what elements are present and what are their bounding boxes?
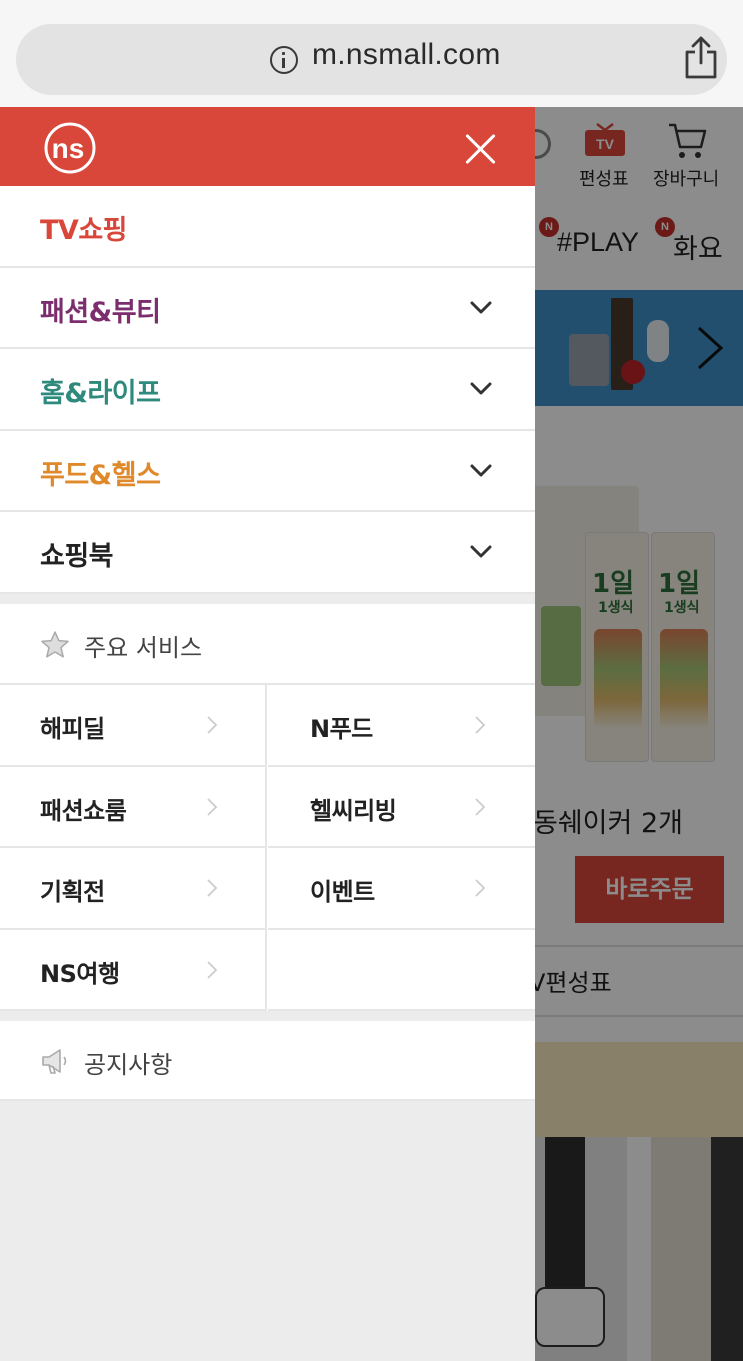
service-special-exhibition[interactable]: 기획전	[0, 848, 267, 930]
category-label: 푸드&헬스	[40, 459, 161, 491]
service-empty-cell	[268, 930, 535, 1011]
close-icon[interactable]	[462, 131, 498, 167]
share-icon[interactable]	[684, 36, 718, 80]
chevron-down-icon[interactable]	[470, 296, 492, 318]
service-label: 기획전	[40, 878, 105, 906]
category-label: 홈&라이프	[40, 378, 161, 409]
side-menu-drawer: ns TV쇼핑 패션&뷰티 홈&라이프 푸드&헬스 쇼핑북 주요 서비스 해피딜…	[0, 107, 535, 1361]
services-title: 주요 서비스	[84, 634, 203, 662]
url-bar[interactable]: m.nsmall.com	[16, 24, 727, 95]
overlay-dim[interactable]	[535, 107, 743, 1361]
ns-logo[interactable]: ns	[38, 121, 98, 175]
chevron-down-icon[interactable]	[470, 377, 492, 399]
browser-toolbar: m.nsmall.com	[0, 0, 743, 107]
notice-label: 공지사항	[84, 1051, 173, 1079]
service-ns-travel[interactable]: NS여행	[0, 929, 267, 1011]
url-text: m.nsmall.com	[312, 38, 501, 71]
service-label: 해피딜	[40, 715, 105, 743]
chevron-right-icon	[475, 797, 486, 816]
chevron-right-icon	[207, 797, 218, 816]
services-header: 주요 서비스	[0, 604, 535, 685]
megaphone-icon	[42, 1049, 67, 1074]
service-label: 이벤트	[310, 878, 375, 906]
ns-logo-text: ns	[52, 133, 85, 164]
service-happy-deal[interactable]: 해피딜	[0, 685, 267, 767]
service-healthy-living[interactable]: 헬씨리빙	[268, 767, 535, 848]
chevron-right-icon	[475, 879, 486, 897]
service-label: NS여행	[40, 959, 120, 988]
chevron-right-icon	[207, 960, 218, 979]
star-icon	[41, 631, 69, 658]
category-home-life[interactable]: 홈&라이프	[0, 349, 535, 431]
chevron-down-icon[interactable]	[470, 540, 492, 562]
services-grid: 해피딜 N푸드 패션쇼룸 헬씨리빙 기획전 이벤트 NS여행	[0, 685, 535, 1011]
category-tv-shopping[interactable]: TV쇼핑	[0, 186, 535, 268]
category-shopping-book[interactable]: 쇼핑북	[0, 512, 535, 594]
service-label: 패션쇼룸	[40, 796, 127, 825]
category-label: 패션&뷰티	[40, 296, 161, 328]
service-fashion-showroom[interactable]: 패션쇼룸	[0, 766, 267, 848]
service-n-food[interactable]: N푸드	[268, 685, 535, 767]
service-label: N푸드	[310, 715, 373, 743]
category-list: TV쇼핑 패션&뷰티 홈&라이프 푸드&헬스 쇼핑북	[0, 186, 535, 594]
category-label: 쇼핑북	[40, 541, 114, 572]
chevron-down-icon[interactable]	[470, 459, 492, 481]
chevron-right-icon	[475, 716, 486, 734]
chevron-right-icon	[207, 716, 218, 734]
drawer-header: ns	[0, 107, 535, 186]
chevron-right-icon	[207, 879, 218, 897]
category-food-health[interactable]: 푸드&헬스	[0, 431, 535, 512]
service-label: 헬씨리빙	[310, 796, 397, 825]
info-icon[interactable]	[270, 46, 298, 74]
category-label: TV쇼핑	[40, 215, 128, 246]
service-event[interactable]: 이벤트	[268, 848, 535, 930]
category-fashion-beauty[interactable]: 패션&뷰티	[0, 268, 535, 349]
notice-link[interactable]: 공지사항	[0, 1021, 535, 1101]
